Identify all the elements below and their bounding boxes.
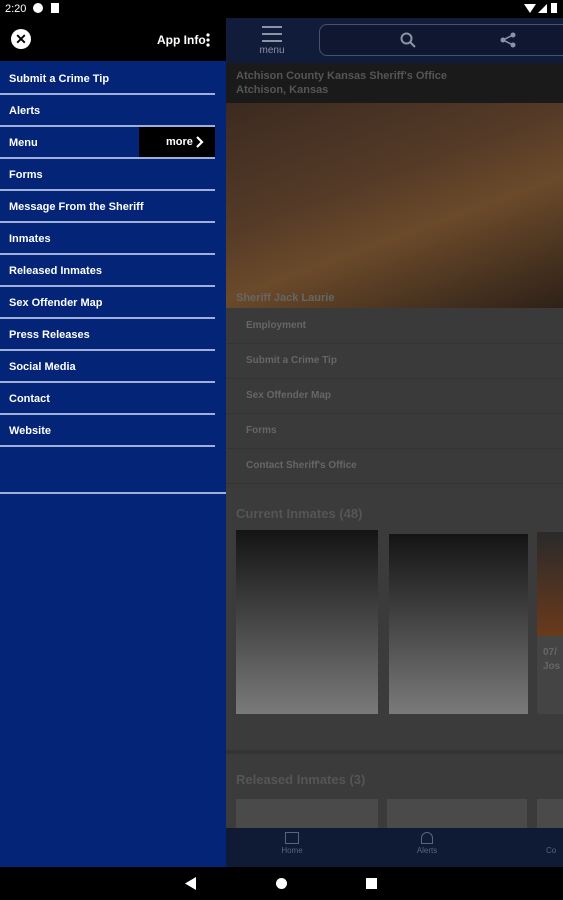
app-top-bar: menu <box>226 18 563 63</box>
chevron-right-icon <box>196 136 204 148</box>
menu-button-label: menu <box>259 45 285 56</box>
status-time: 2:20 <box>5 3 27 15</box>
drawer-item-menu[interactable]: Menu more <box>0 127 215 159</box>
quick-link-sex-offender-map[interactable]: Sex Offender Map <box>226 378 563 414</box>
side-drawer: ✕ App Info Submit a Crime Tip Alerts Men… <box>0 18 226 867</box>
quick-link-employment[interactable]: Employment <box>226 308 563 344</box>
system-nav-bar <box>0 867 563 900</box>
drawer-item-submit-crime-tip[interactable]: Submit a Crime Tip <box>0 63 215 95</box>
inmate-card[interactable] <box>236 530 378 714</box>
app-info-button[interactable]: App Info <box>157 33 206 47</box>
drawer-item-website[interactable]: Website <box>0 415 215 447</box>
tab-home[interactable]: Home <box>274 832 310 855</box>
close-icon[interactable]: ✕ <box>11 29 31 49</box>
drawer-item-released-inmates[interactable]: Released Inmates <box>0 255 215 287</box>
share-icon[interactable] <box>500 32 516 48</box>
quick-link-contact[interactable]: Contact Sheriff's Office <box>226 448 563 484</box>
battery-icon <box>551 3 557 13</box>
search-bar[interactable] <box>319 24 563 56</box>
office-header: Atchison County Kansas Sheriff's Office … <box>226 63 563 103</box>
released-card[interactable] <box>236 799 378 829</box>
back-icon[interactable] <box>185 877 197 890</box>
inmate-date: 07/ <box>543 647 557 658</box>
inmate-card[interactable] <box>389 534 528 714</box>
drawer-item-forms[interactable]: Forms <box>0 159 215 191</box>
current-inmates-title: Current Inmates (48) <box>236 506 363 521</box>
tab-alerts[interactable]: Alerts <box>409 832 445 855</box>
menu-button[interactable]: menu <box>252 24 292 58</box>
drawer-item-press-releases[interactable]: Press Releases <box>0 319 215 351</box>
app-background: menu Atchison County Kansas Sheriff's Of… <box>226 18 563 867</box>
tab-contact[interactable]: Co <box>546 832 563 855</box>
notification-icon <box>33 3 43 13</box>
section-divider <box>226 750 563 754</box>
drawer-item-message-from-sheriff[interactable]: Message From the Sheriff <box>0 191 215 223</box>
hamburger-icon <box>262 26 282 42</box>
inmate-name: Jos <box>543 661 561 672</box>
office-location: Atchison, Kansas <box>236 84 329 96</box>
more-button[interactable]: more <box>139 127 215 157</box>
inmate-card-partial[interactable]: 07/ Jos <box>537 532 563 714</box>
home-icon <box>285 832 299 844</box>
released-card[interactable] <box>387 799 527 829</box>
home-button-icon[interactable] <box>276 878 287 889</box>
drawer-item-sex-offender-map[interactable]: Sex Offender Map <box>0 287 215 319</box>
drawer-item-contact[interactable]: Contact <box>0 383 215 415</box>
inmate-photo <box>537 532 563 636</box>
recents-icon[interactable] <box>366 878 377 889</box>
office-name: Atchison County Kansas Sheriff's Office <box>236 70 448 82</box>
bottom-nav: Home Alerts Co <box>226 828 563 867</box>
more-label: more <box>166 136 193 148</box>
search-icon[interactable] <box>400 32 416 48</box>
status-bar: 2:20 <box>0 0 563 18</box>
drawer-item-alerts[interactable]: Alerts <box>0 95 215 127</box>
drawer-item-social-media[interactable]: Social Media <box>0 351 215 383</box>
wifi-icon <box>524 4 536 13</box>
bell-icon <box>421 832 433 844</box>
released-inmates-title: Released Inmates (3) <box>236 772 366 787</box>
quick-links: Employment Submit a Crime Tip Sex Offend… <box>226 308 563 488</box>
drawer-divider <box>0 492 226 494</box>
signal-icon <box>538 4 547 13</box>
sim-icon <box>51 3 59 13</box>
hero-image: Sheriff Jack Laurie <box>226 103 563 308</box>
quick-link-crime-tip[interactable]: Submit a Crime Tip <box>226 343 563 379</box>
quick-link-forms[interactable]: Forms <box>226 413 563 449</box>
drawer-item-inmates[interactable]: Inmates <box>0 223 215 255</box>
released-card[interactable] <box>537 799 563 829</box>
drawer-header: ✕ App Info <box>0 18 226 61</box>
kebab-menu-icon[interactable] <box>206 33 210 47</box>
hero-caption: Sheriff Jack Laurie <box>236 292 335 304</box>
